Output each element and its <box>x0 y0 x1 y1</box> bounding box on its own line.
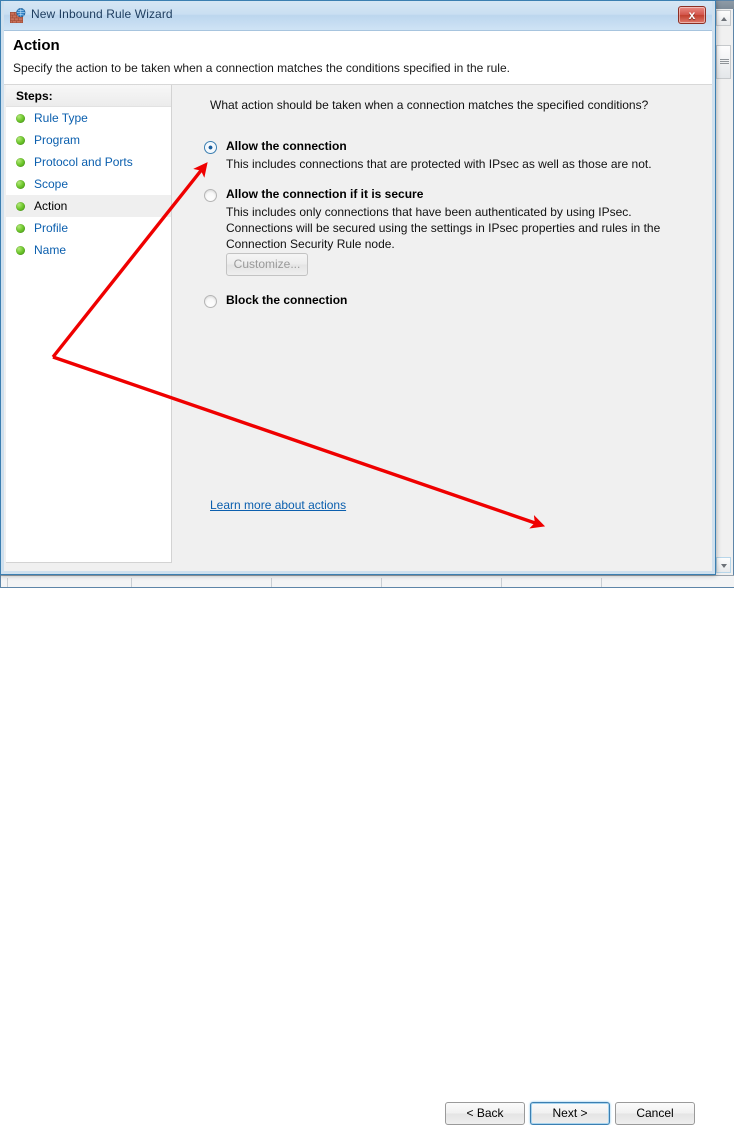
scroll-down-arrow-icon[interactable] <box>716 557 731 573</box>
background-window-bottom-row <box>1 575 734 587</box>
next-button[interactable]: Next > <box>530 1102 610 1125</box>
dialog-inner-border <box>1 1 715 574</box>
cancel-button[interactable]: Cancel <box>615 1102 695 1125</box>
desktop-background: New Inbound Rule Wizard x Action Specify… <box>0 0 734 1125</box>
back-button[interactable]: < Back <box>445 1102 525 1125</box>
scroll-up-arrow-icon[interactable] <box>716 10 731 26</box>
new-inbound-rule-wizard-dialog: New Inbound Rule Wizard x Action Specify… <box>0 0 716 1125</box>
background-scrollbar-thumb[interactable] <box>716 45 731 79</box>
